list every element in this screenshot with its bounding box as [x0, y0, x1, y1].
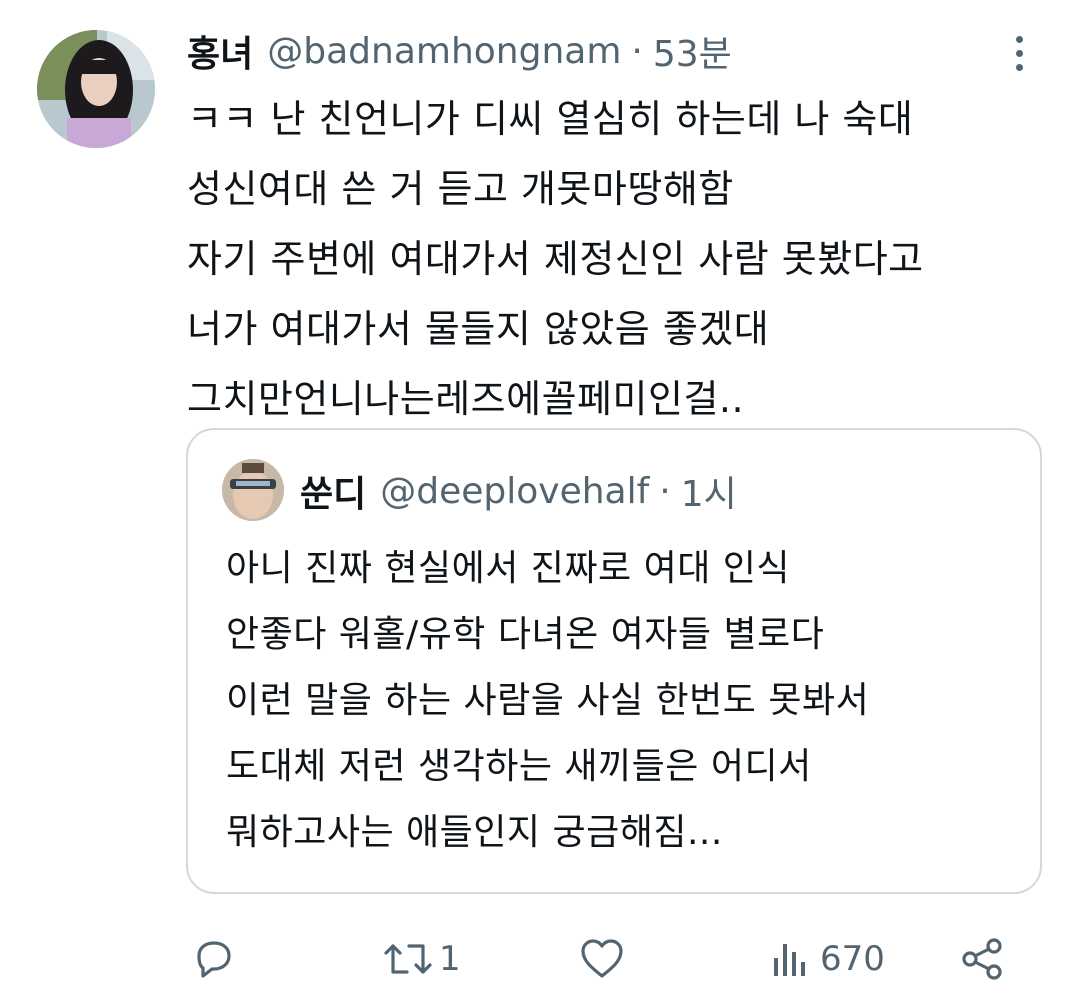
reply-icon — [197, 941, 231, 978]
tweet-text-line: 자기 주변에 여대가서 제정신인 사람 못봤다고 — [187, 237, 924, 281]
tweet-action-bar: 1 670 — [0, 924, 1080, 994]
quoted-text-line: 도대체 저런 생각하는 새끼들은 어디서 — [226, 746, 812, 787]
retweet-icon — [384, 944, 432, 974]
author-handle[interactable]: @badnamhongnam — [267, 31, 621, 72]
quoted-tweet-card[interactable]: 쑨디 @deeplovehalf · 1시 아니 진짜 현실에서 진짜로 여대 … — [186, 428, 1042, 894]
views-count: 670 — [820, 939, 885, 979]
share-icon — [962, 938, 1002, 980]
like-button[interactable] — [578, 924, 626, 994]
quoted-text-line: 뭐하고사는 애들인지 궁금해짐... — [226, 812, 723, 853]
tweet-text: ㅋㅋ 난 친언니가 디씨 열심히 하는데 나 숙대 성신여대 쓴 거 듣고 개못… — [187, 84, 1047, 434]
retweet-count: 1 — [439, 939, 461, 979]
tweet-text-line: 성신여대 쓴 거 듣고 개못마땅해함 — [187, 167, 734, 211]
quoted-text-line: 이런 말을 하는 사람을 사실 한번도 못봐서 — [226, 680, 870, 721]
views-button[interactable]: 670 — [770, 924, 885, 994]
quoted-author-name[interactable]: 쑨디 — [300, 465, 366, 517]
tweet-text-line: 너가 여대가서 물들지 않았음 좋겠대 — [187, 307, 770, 351]
views-icon — [774, 944, 805, 976]
quoted-tweet-header: 쑨디 @deeplovehalf · 1시 — [300, 465, 737, 517]
tweet-text-line: 그치만언니나는레즈에꼴페미인걸.. — [187, 377, 745, 421]
quoted-text-line: 아니 진짜 현실에서 진짜로 여대 인식 — [226, 548, 791, 589]
quoted-header-separator: · — [659, 470, 671, 512]
quoted-author-avatar[interactable] — [222, 459, 284, 521]
author-name[interactable]: 홍녀 — [187, 25, 253, 77]
tweet-timestamp[interactable]: 53분 — [653, 25, 732, 77]
retweet-button[interactable]: 1 — [383, 924, 461, 994]
quoted-profile-photo — [222, 459, 284, 521]
header-separator: · — [631, 30, 643, 72]
quoted-author-handle[interactable]: @deeplovehalf — [380, 471, 649, 512]
share-button[interactable] — [958, 924, 1006, 994]
quoted-text-line: 안좋다 워홀/유학 다녀온 여자들 별로다 — [226, 614, 825, 655]
heart-icon — [581, 939, 623, 978]
more-options-icon[interactable] — [1007, 34, 1033, 74]
tweet-text-line: ㅋㅋ 난 친언니가 디씨 열심히 하는데 나 숙대 — [187, 97, 914, 141]
tweet-header: 홍녀 @badnamhongnam · 53분 — [187, 26, 732, 76]
quoted-tweet-timestamp[interactable]: 1시 — [681, 465, 737, 517]
author-avatar[interactable] — [37, 30, 155, 148]
quoted-tweet-text: 아니 진짜 현실에서 진짜로 여대 인식 안좋다 워홀/유학 다녀온 여자들 별… — [226, 536, 869, 866]
reply-button[interactable] — [191, 924, 237, 994]
profile-photo — [37, 30, 155, 148]
